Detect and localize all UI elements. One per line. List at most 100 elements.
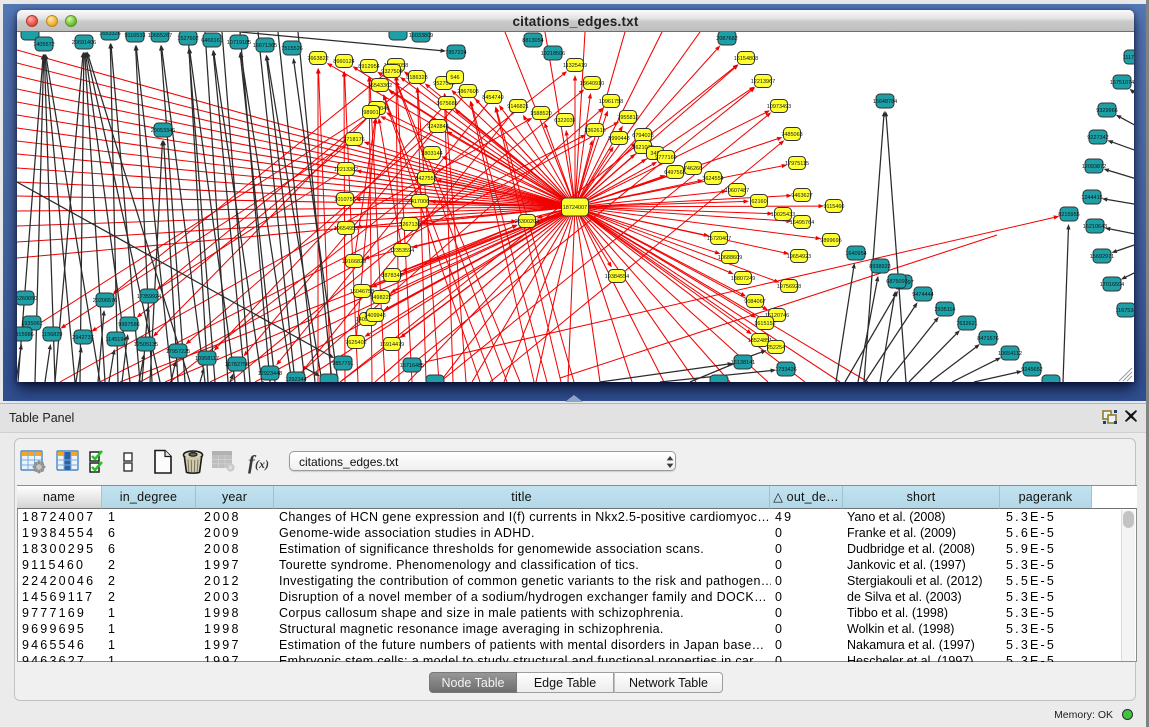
svg-text:7955812: 7955812 [617,115,638,121]
svg-text:8660124: 8660124 [333,59,354,65]
svg-text:16210643: 16210643 [1083,224,1107,230]
svg-text:12923448: 12923448 [258,371,282,377]
svg-text:18724007: 18724007 [563,205,587,211]
svg-text:1409948: 1409948 [364,313,385,319]
svg-text:7632621: 7632621 [956,321,977,327]
svg-text:62160: 62160 [751,199,766,205]
svg-text:20206576: 20206576 [93,298,117,304]
svg-text:(x): (x) [255,457,269,471]
svg-text:1588520: 1588520 [530,111,551,117]
svg-text:10688609: 10688609 [718,255,742,261]
svg-text:12213382: 12213382 [334,167,358,173]
svg-text:16495764: 16495764 [790,220,814,226]
svg-text:15716485: 15716485 [400,363,424,369]
svg-text:6875093: 6875093 [886,279,907,285]
svg-text:16648784: 16648784 [873,99,897,105]
svg-text:19756928: 19756928 [777,284,801,290]
svg-text:16154808: 16154808 [734,56,758,62]
svg-text:12213967: 12213967 [751,79,775,85]
svg-text:3675685: 3675685 [436,101,457,107]
svg-text:6497568: 6497568 [664,170,685,176]
svg-text:16671365: 16671365 [253,43,277,49]
svg-text:1145194: 1145194 [105,337,126,343]
svg-text:17975115: 17975115 [785,161,809,167]
svg-text:20053346: 20053346 [151,128,175,134]
svg-text:7663822: 7663822 [307,56,328,62]
svg-text:1527602: 1527602 [177,36,198,42]
svg-text:10607487: 10607487 [725,188,749,194]
svg-text:26260650: 26260650 [17,296,37,302]
svg-text:7625402: 7625402 [345,340,366,346]
svg-text:19218506: 19218506 [541,51,565,57]
svg-text:2935114: 2935114 [934,307,955,313]
svg-text:8813054: 8813054 [522,38,543,44]
svg-text:417006: 417006 [411,199,429,205]
svg-text:1640954: 1640954 [845,251,866,257]
svg-text:9227342: 9227342 [1087,135,1108,141]
svg-text:8938923: 8938923 [869,264,890,270]
svg-text:6466161: 6466161 [201,38,222,44]
svg-text:7515526: 7515526 [281,46,302,52]
svg-text:23300203: 23300203 [515,219,539,225]
svg-text:1167534: 1167534 [1115,308,1134,314]
svg-text:9115460: 9115460 [823,204,844,210]
svg-text:98901: 98901 [363,110,378,116]
svg-text:9242848: 9242848 [427,124,448,130]
svg-text:18807249: 18807249 [731,276,755,282]
svg-text:7485063: 7485063 [781,132,802,138]
svg-text:2803144: 2803144 [421,151,442,157]
svg-text:8427552: 8427552 [415,176,436,182]
svg-text:16543362: 16543362 [368,83,392,89]
svg-text:16782759: 16782759 [225,362,249,368]
svg-text:16138141: 16138141 [731,360,755,366]
svg-text:19166829: 19166829 [342,259,366,265]
svg-text:7857224: 7857224 [445,50,466,56]
svg-text:9329966: 9329966 [1096,108,1117,114]
svg-text:5498222: 5498222 [370,295,391,301]
svg-text:19384554: 19384554 [605,274,629,280]
svg-text:1292344: 1292344 [285,377,306,382]
svg-text:8215955: 8215955 [1058,212,1079,218]
svg-text:16914479: 16914479 [380,342,404,348]
svg-text:1156829: 1156829 [41,332,62,338]
svg-text:3624554: 3624554 [702,176,723,182]
svg-text:20691406: 20691406 [72,40,96,46]
svg-text:6794028: 6794028 [632,133,653,139]
svg-text:10973493: 10973493 [767,104,791,110]
svg-text:9327506: 9327506 [381,69,402,75]
svg-text:546: 546 [450,75,459,81]
svg-text:18640910: 18640910 [580,81,604,87]
svg-text:252254: 252254 [767,345,785,351]
svg-text:9116533: 9116533 [124,33,145,39]
svg-text:17359924: 17359924 [137,294,161,300]
svg-text:10655267: 10655267 [148,33,172,39]
svg-text:1733426: 1733426 [775,367,796,373]
svg-text:3267130: 3267130 [399,222,420,228]
svg-text:3915986: 3915986 [17,332,34,338]
svg-text:9777169: 9777169 [655,155,676,161]
svg-text:15751074: 15751074 [1110,80,1134,86]
svg-text:12093872: 12093872 [1082,164,1106,170]
svg-text:8990448: 8990448 [608,136,629,142]
svg-text:2718176: 2718176 [343,137,364,143]
svg-text:9146821: 9146821 [507,104,528,110]
svg-text:8471676: 8471676 [977,336,998,342]
svg-text:9084067: 9084067 [744,299,765,305]
svg-text:9245652: 9245652 [1021,367,1042,373]
svg-text:8186328: 8186328 [406,75,427,81]
svg-text:1405572: 1405572 [33,42,54,48]
svg-text:10961758: 10961758 [599,99,623,105]
svg-text:10654112: 10654112 [998,351,1022,357]
svg-text:8878342: 8878342 [381,273,402,279]
svg-text:17016504: 17016504 [1100,282,1124,288]
svg-text:11325419: 11325419 [563,63,587,69]
svg-text:17957225: 17957225 [166,349,190,355]
svg-text:9474444: 9474444 [912,292,933,298]
svg-text:1653326: 1653326 [99,32,120,37]
svg-text:9857791: 9857791 [332,361,353,367]
svg-text:1010755: 1010755 [334,197,355,203]
svg-text:6322037: 6322037 [554,118,575,124]
svg-text:9899695: 9899695 [820,238,841,244]
svg-text:15692971: 15692971 [1090,254,1114,260]
svg-text:10958117: 10958117 [195,356,219,362]
